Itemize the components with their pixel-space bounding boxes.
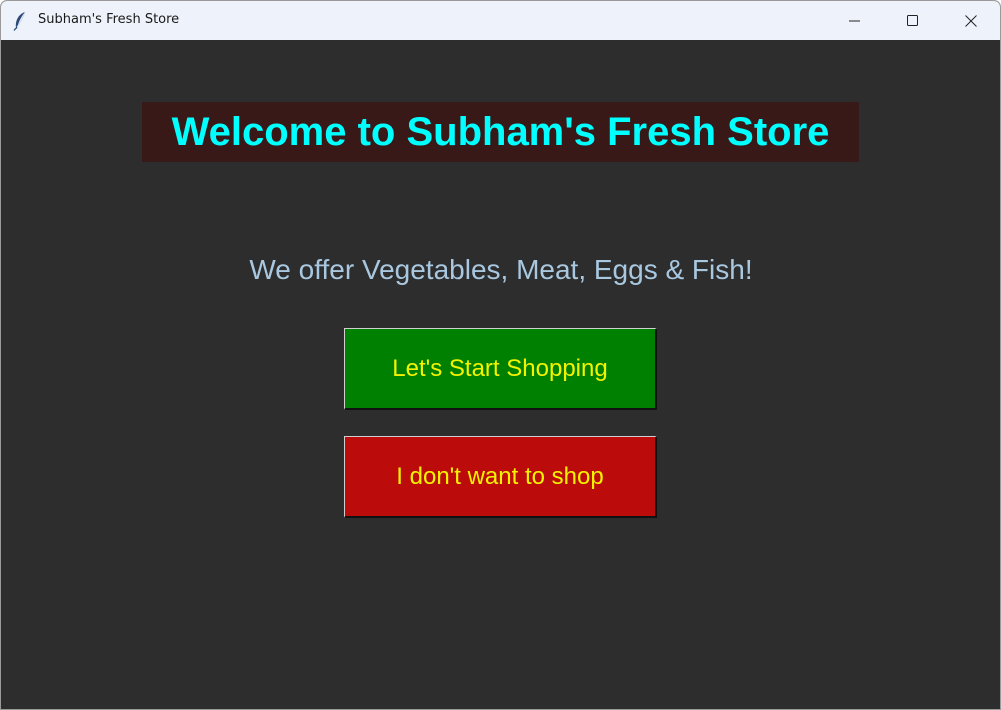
title-bar[interactable]: Subham's Fresh Store <box>1 1 1000 40</box>
maximize-button[interactable] <box>884 1 942 40</box>
window-title: Subham's Fresh Store <box>38 12 180 27</box>
close-button[interactable] <box>942 1 1000 40</box>
minimize-button[interactable] <box>826 1 884 40</box>
close-icon <box>965 14 977 27</box>
minimize-icon <box>849 15 861 27</box>
page-title: Welcome to Subham's Fresh Store <box>142 102 859 162</box>
start-shopping-button[interactable]: Let's Start Shopping <box>344 328 657 410</box>
app-window: Subham's Fresh Store Welcome to Subham's… <box>0 0 1001 710</box>
feather-icon <box>12 11 28 31</box>
store-offer-text: We offer Vegetables, Meat, Eggs & Fish! <box>249 254 753 285</box>
quit-shopping-button[interactable]: I don't want to shop <box>344 436 657 518</box>
main-panel: Welcome to Subham's Fresh Store We offer… <box>1 40 1000 709</box>
maximize-icon <box>907 14 919 27</box>
